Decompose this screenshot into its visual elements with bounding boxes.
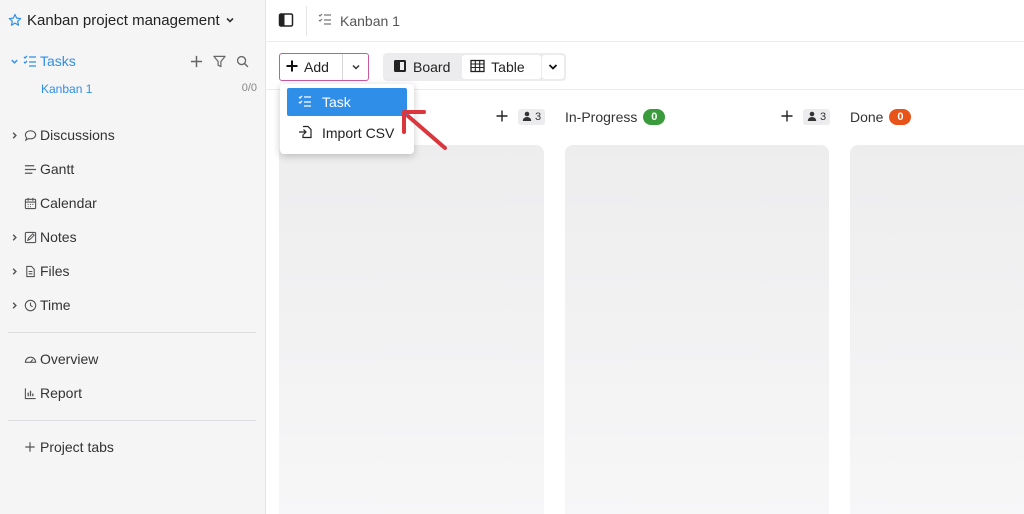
calendar-icon [23, 196, 37, 210]
task-list-icon [318, 12, 332, 29]
column-title: In-Progress [565, 109, 638, 125]
add-dropdown-toggle[interactable] [343, 54, 368, 80]
separator [306, 6, 307, 36]
filter-icon[interactable] [213, 55, 226, 68]
sidebar-item-report[interactable]: Report [8, 382, 82, 404]
board-view-label: Board [413, 59, 451, 75]
count-badge: 0 [643, 109, 666, 125]
gantt-icon [23, 162, 37, 176]
sidebar-item-label: Notes [40, 229, 77, 245]
add-button[interactable]: Add [280, 54, 343, 80]
sidebar-item-gantt[interactable]: Gantt [8, 158, 74, 180]
plus-icon[interactable] [190, 55, 203, 68]
chevron-right-icon[interactable] [8, 267, 20, 276]
chevron-right-icon[interactable] [8, 301, 20, 310]
tasks-actions [190, 52, 249, 70]
sidebar-item-label: Overview [40, 351, 99, 367]
chevron-right-icon[interactable] [8, 131, 20, 140]
chevron-down-icon [351, 59, 361, 75]
sidebar-item-files[interactable]: Files [8, 260, 70, 282]
assignee-count: 3 [535, 111, 542, 123]
view-switcher: Board Table [383, 53, 566, 81]
breadcrumb: Kanban 1 [318, 12, 400, 29]
sidebar-toggle-icon[interactable] [278, 12, 294, 31]
assignee-badge[interactable]: 3 [803, 109, 831, 125]
column-1-actions: 3 [496, 108, 546, 126]
sidebar-item-label: Gantt [40, 161, 75, 177]
file-icon [23, 264, 37, 278]
add-button-group: Add [279, 53, 369, 81]
sidebar-item-label: Tasks [40, 53, 76, 69]
menu-item-task[interactable]: Task [287, 88, 407, 116]
search-icon[interactable] [236, 55, 249, 68]
annotation-arrow-icon [402, 110, 447, 150]
sidebar-item-label: Project tabs [40, 439, 114, 455]
kanban-column[interactable] [565, 145, 829, 514]
column-header-in-progress: In-Progress 0 [565, 108, 666, 126]
import-icon [298, 125, 312, 142]
menu-item-import-csv[interactable]: Import CSV [287, 119, 407, 147]
kanban-column[interactable] [850, 145, 1024, 514]
board-icon [393, 59, 407, 76]
chat-icon [23, 128, 37, 142]
menu-item-label: Task [322, 94, 351, 110]
sidebar-item-notes[interactable]: Notes [8, 226, 77, 248]
chevron-down-icon[interactable] [8, 57, 20, 66]
sidebar-item-label: Time [40, 297, 71, 313]
task-list-icon [23, 54, 37, 68]
column-2-actions: 3 [781, 108, 831, 126]
table-icon [470, 59, 485, 76]
sidebar-item-label: Report [40, 385, 83, 401]
assignee-badge[interactable]: 3 [518, 109, 546, 125]
add-task-icon[interactable] [496, 109, 508, 125]
count-badge: 0 [889, 109, 912, 125]
board-view-button[interactable]: Board [385, 55, 462, 79]
sidebar-item-calendar[interactable]: Calendar [8, 192, 97, 214]
sidebar: Kanban project management Tasks Kanban 1… [0, 0, 266, 514]
table-view-button[interactable]: Table [462, 55, 542, 79]
chevron-right-icon[interactable] [8, 233, 20, 242]
project-title: Kanban project management [27, 11, 220, 29]
kanban-column[interactable] [279, 145, 544, 514]
user-icon [807, 111, 817, 124]
task-list-icon [298, 94, 312, 111]
sidebar-item-kanban-1[interactable]: Kanban 1 0/0 [41, 82, 257, 98]
toolbar: Add Board Table [266, 42, 1024, 90]
user-icon [522, 111, 532, 124]
task-count: 0/0 [241, 82, 257, 94]
sidebar-item-time[interactable]: Time [8, 294, 71, 316]
view-options-button[interactable] [542, 55, 564, 79]
table-view-label: Table [491, 59, 525, 75]
sidebar-item-overview[interactable]: Overview [8, 348, 98, 370]
project-header[interactable]: Kanban project management [8, 10, 235, 30]
gauge-icon [23, 352, 37, 366]
sidebar-item-discussions[interactable]: Discussions [8, 124, 115, 146]
menu-item-label: Import CSV [322, 125, 395, 141]
add-task-icon[interactable] [781, 109, 793, 125]
column-header-done: Done 0 [850, 108, 912, 126]
column-title: Done [850, 109, 884, 125]
add-dropdown-menu: Task Import CSV [280, 84, 414, 154]
add-button-label: Add [304, 59, 329, 75]
breadcrumb-label[interactable]: Kanban 1 [340, 13, 400, 29]
chevron-down-icon [548, 59, 558, 75]
top-bar: Kanban 1 [266, 0, 1024, 42]
notes-icon [23, 230, 37, 244]
bar-chart-icon [23, 386, 37, 400]
clock-icon [23, 298, 37, 312]
sidebar-divider [8, 332, 256, 333]
plus-icon [23, 440, 37, 454]
plus-icon [286, 59, 298, 75]
star-icon[interactable] [8, 13, 22, 27]
sidebar-divider [8, 420, 256, 421]
sidebar-item-project-tabs[interactable]: Project tabs [8, 436, 114, 458]
sidebar-item-label: Discussions [40, 127, 115, 143]
sidebar-item-label: Calendar [40, 195, 97, 211]
sidebar-item-label: Files [40, 263, 70, 279]
chevron-down-icon[interactable] [225, 15, 235, 25]
sub-item-label: Kanban 1 [41, 82, 93, 96]
sidebar-item-tasks[interactable]: Tasks [8, 50, 76, 72]
assignee-count: 3 [820, 111, 827, 123]
